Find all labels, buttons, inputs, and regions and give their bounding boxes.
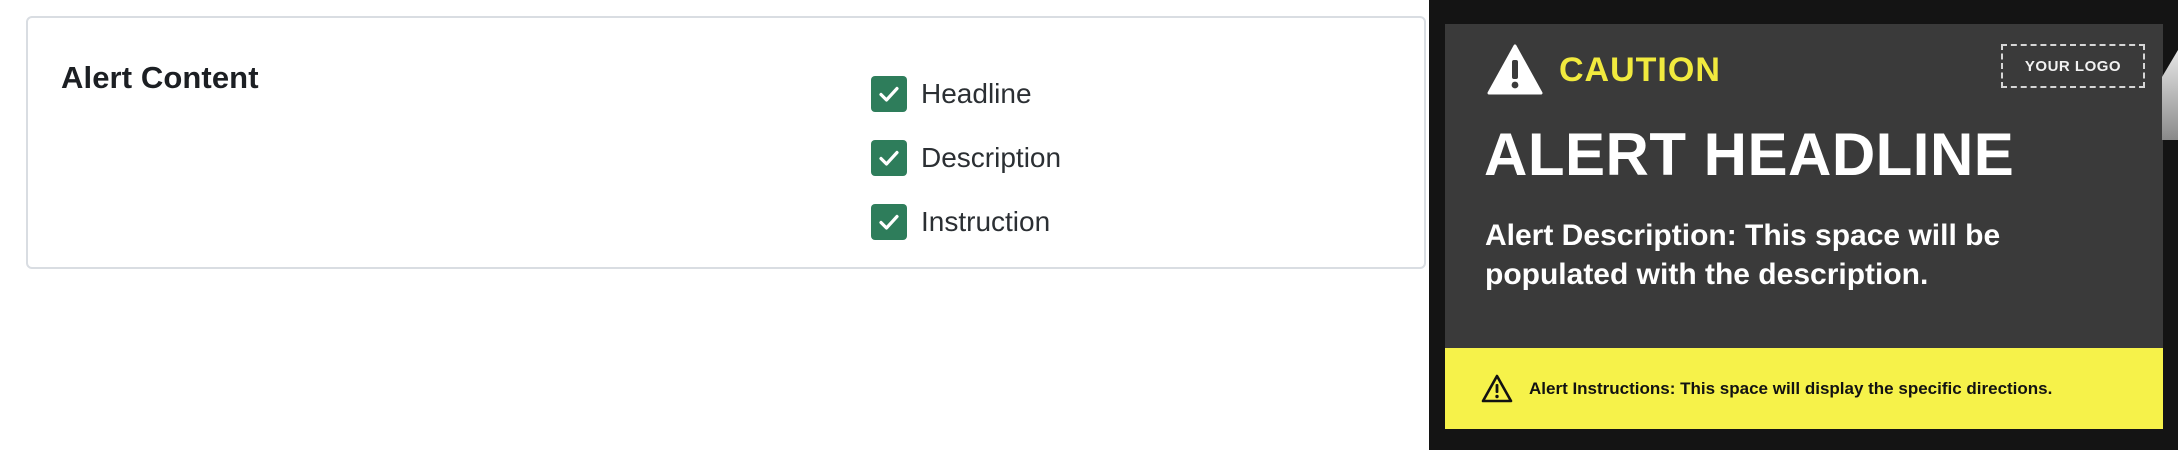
page: Alert Content Headline Description Instr…	[0, 0, 2178, 450]
description-option-label: Description	[921, 142, 1062, 173]
alert-instructions-text: Alert Instructions: This space will disp…	[1529, 378, 2053, 398]
option-instruction[interactable]: Instruction	[871, 190, 1061, 254]
alert-preview-screen: CAUTION YOUR LOGO ALERT HEADLINE Alert D…	[1445, 24, 2163, 429]
caution-label: CAUTION	[1559, 50, 1721, 89]
check-icon	[879, 86, 899, 102]
warning-triangle-outline-icon	[1481, 374, 1513, 404]
alert-content-card: Alert Content Headline Description Instr…	[26, 16, 1426, 269]
warning-triangle-icon	[1487, 44, 1543, 95]
alert-content-title: Alert Content	[61, 60, 259, 95]
option-headline[interactable]: Headline	[871, 62, 1061, 126]
instruction-checkbox[interactable]	[871, 204, 907, 240]
logo-placeholder: YOUR LOGO	[2001, 44, 2145, 88]
caution-header: CAUTION	[1487, 44, 1721, 96]
alert-content-options: Headline Description Instruction	[871, 62, 1061, 254]
check-icon	[879, 214, 899, 230]
check-icon	[879, 150, 899, 166]
headline-checkbox[interactable]	[871, 76, 907, 112]
preview-frame-edge	[2162, 50, 2178, 140]
option-description[interactable]: Description	[871, 126, 1061, 190]
description-checkbox[interactable]	[871, 140, 907, 176]
alert-preview: CAUTION YOUR LOGO ALERT HEADLINE Alert D…	[1429, 0, 2178, 450]
alert-headline: ALERT HEADLINE	[1484, 121, 2015, 188]
alert-description: Alert Description: This space will be po…	[1485, 219, 2001, 291]
instruction-option-label: Instruction	[921, 206, 1051, 237]
headline-option-label: Headline	[921, 78, 1032, 109]
alert-instructions-bar: Alert Instructions: This space will disp…	[1445, 348, 2163, 429]
